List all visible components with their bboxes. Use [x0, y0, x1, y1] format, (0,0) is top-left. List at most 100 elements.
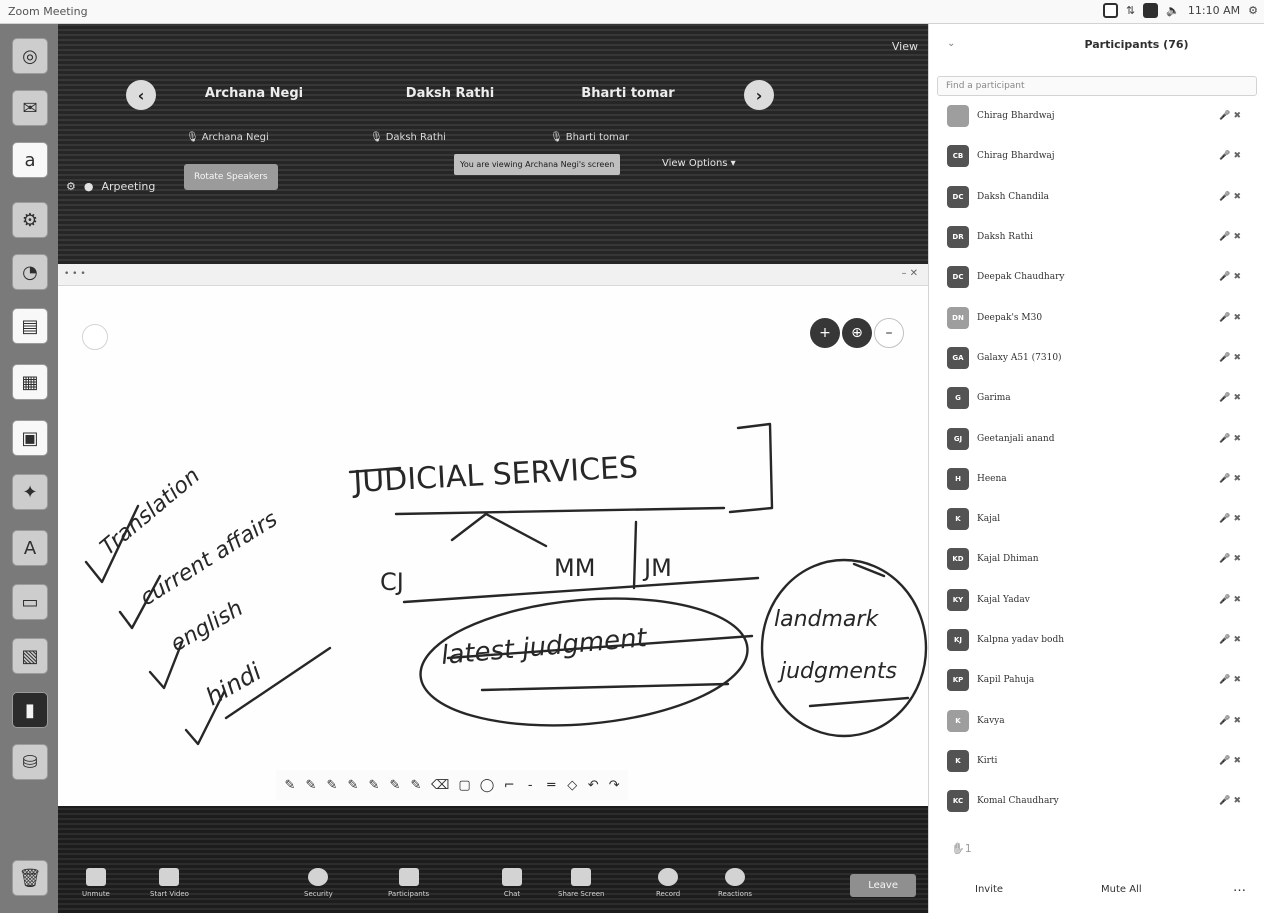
avatar: KP	[947, 669, 969, 692]
next-page-icon[interactable]: ›	[744, 80, 774, 110]
mic-video-status-icon: 🎤 ✖	[1219, 796, 1241, 807]
mute-all-button[interactable]: Mute All	[1101, 884, 1142, 895]
start-video-button[interactable]: Start Video	[150, 868, 189, 898]
participant-search-input[interactable]: Find a participant	[937, 76, 1257, 96]
redo-icon[interactable]: ↷	[608, 778, 620, 793]
avatar: K	[947, 749, 969, 772]
tile-label-text-3: Bharti tomar	[565, 132, 630, 143]
mic-video-status-icon: 🎤 ✖	[1219, 635, 1241, 645]
avatar: DC	[947, 266, 969, 289]
participant-name: Daksh Rathi	[977, 232, 1033, 243]
participants-button[interactable]: Participants	[388, 868, 429, 898]
files-icon[interactable]: ✉	[12, 90, 48, 126]
mic-video-status-icon: 🎤 ✖	[1219, 473, 1241, 484]
participant-row[interactable]: K Kirti 🎤 ✖	[937, 741, 1263, 781]
participant-row[interactable]: KJ Kalpna yadav bodh 🎤 ✖	[937, 620, 1263, 660]
chat-button[interactable]: Chat	[502, 868, 522, 898]
app-launcher: ◎ ✉ a ⚙ ◔ ▤ ▦ ▣ ✦ A ▭ ▧ ▮ ⛁ 🗑	[0, 24, 58, 913]
network-icon[interactable]: ⇅	[1126, 4, 1135, 17]
viewer-icon[interactable]: ▧	[12, 638, 48, 674]
participant-row[interactable]: GA Galaxy A51 (7310) 🎤 ✖	[937, 338, 1263, 378]
volume-icon[interactable]: 🔈	[1166, 4, 1180, 17]
keyboard-icon[interactable]	[1102, 3, 1118, 18]
participant-row[interactable]: KC Komal Chaudhary 🎤 ✖	[937, 781, 1263, 821]
mic-video-status-icon: 🎤 ✖	[1219, 715, 1241, 726]
pen-tool-icon[interactable]: ✎	[368, 778, 380, 793]
participant-row[interactable]: G Garima 🎤 ✖	[937, 378, 1263, 418]
whiteboard-canvas[interactable]: + ⊕ – JUDICIAL SERVICES CJ MM JM Transla…	[58, 286, 928, 806]
system-bar: Zoom Meeting ⇅ 🔈 11:10 AM ⚙	[0, 0, 1264, 24]
participant-row[interactable]: DC Deepak Chaudhary 🎤 ✖	[937, 257, 1263, 297]
participant-row[interactable]: DC Daksh Chandila 🎤 ✖	[937, 177, 1263, 217]
monitor-icon[interactable]: ▭	[12, 584, 48, 620]
trash-icon[interactable]: 🗑	[12, 860, 48, 896]
eraser-icon[interactable]: ⌫	[431, 778, 449, 793]
meeting-controls: Unmute Start Video Security Participants…	[58, 806, 928, 913]
pen-tool-icon[interactable]: ✎	[389, 778, 401, 793]
mic-muted-icon: 🎙	[550, 132, 563, 143]
more-options-icon[interactable]: …	[1233, 880, 1246, 895]
gear-icon[interactable]: ⚙	[66, 180, 76, 193]
sharing-status: ⚙ ● Arpeeting	[66, 180, 155, 193]
pen-tool-icon[interactable]: ✎	[326, 778, 338, 793]
security-button[interactable]: Security	[304, 868, 333, 898]
ellipse-icon[interactable]: ◯	[480, 778, 495, 793]
participant-row[interactable]: H Heena 🎤 ✖	[937, 459, 1263, 499]
avatar: KJ	[947, 629, 969, 651]
participant-row[interactable]: DR Daksh Rathi 🎤 ✖	[937, 217, 1263, 257]
participant-name: Deepak Chaudhary	[977, 272, 1065, 283]
rotate-speakers-button[interactable]: Rotate Speakers	[184, 164, 278, 190]
calc-icon[interactable]: ▦	[12, 364, 48, 400]
drive-icon[interactable]: ⛁	[12, 744, 48, 780]
zoom-tray-icon[interactable]	[1143, 3, 1159, 18]
participant-row[interactable]: K Kavya 🎤 ✖	[937, 700, 1263, 740]
participant-row[interactable]: KD Kajal Dhiman 🎤 ✖	[937, 539, 1263, 579]
line-width-icon[interactable]: ═	[545, 778, 557, 793]
pen-tool-icon[interactable]: ✎	[305, 778, 317, 793]
participant-row[interactable]: GJ Geetanjali anand 🎤 ✖	[937, 418, 1263, 458]
connector-icon[interactable]: ⌐	[503, 778, 515, 793]
software-icon[interactable]: ◔	[12, 254, 48, 290]
leave-button[interactable]: Leave	[850, 874, 916, 897]
video-gallery: View ‹ Archana Negi Daksh Rathi Bharti t…	[58, 24, 928, 264]
previous-page-icon[interactable]: ‹	[126, 80, 156, 110]
pen-tool-icon[interactable]: ✎	[284, 778, 296, 793]
invite-button[interactable]: Invite	[975, 884, 1003, 895]
participant-row[interactable]: KY Kajal Yadav 🎤 ✖	[937, 580, 1263, 620]
dash-icon[interactable]: ◎	[12, 38, 48, 74]
writer-icon[interactable]: ▤	[12, 308, 48, 344]
power-settings-icon[interactable]: ⚙	[1248, 4, 1258, 17]
participant-row[interactable]: CB Chirag Bhardwaj 🎤 ✖	[937, 136, 1263, 176]
view-options-dropdown[interactable]: View Options ▾	[662, 158, 736, 169]
system-tray: ⇅ 🔈 11:10 AM ⚙	[1102, 3, 1258, 18]
shape-icon[interactable]: ◇	[566, 778, 578, 793]
record-button[interactable]: Record	[656, 868, 680, 898]
mic-video-status-icon: 🎤 ✖	[1219, 352, 1241, 363]
participant-row[interactable]: Chirag Bhardwaj 🎤 ✖	[937, 96, 1263, 136]
participant-row[interactable]: K Kajal 🎤 ✖	[937, 499, 1263, 539]
clock[interactable]: 11:10 AM	[1188, 4, 1240, 17]
share-screen-button[interactable]: Share Screen	[558, 868, 605, 898]
participant-row[interactable]: KP Kapil Pahuja 🎤 ✖	[937, 660, 1263, 700]
text-icon[interactable]: A	[12, 530, 48, 566]
reactions-button[interactable]: Reactions	[718, 868, 752, 898]
tools-icon[interactable]: ✦	[12, 474, 48, 510]
undo-icon[interactable]: ↶	[587, 778, 599, 793]
whiteboard-window-controls[interactable]: – ✕	[901, 268, 918, 279]
unmute-button[interactable]: Unmute	[82, 868, 110, 898]
avatar: K	[947, 508, 969, 531]
impress-icon[interactable]: ▣	[12, 420, 48, 456]
tile-label-text-2: Daksh Rathi	[385, 132, 446, 143]
amazon-icon[interactable]: a	[12, 142, 48, 178]
participant-row[interactable]: DN Deepak's M30 🎤 ✖	[937, 297, 1263, 337]
participant-list: Chirag Bhardwaj 🎤 ✖ CB Chirag Bhardwaj 🎤 ✖ DC…	[937, 96, 1263, 828]
rectangle-icon[interactable]: ▢	[458, 778, 470, 793]
settings-icon[interactable]: ⚙	[12, 202, 48, 238]
view-button[interactable]: View	[892, 40, 918, 53]
reaction-icon	[725, 868, 746, 886]
line-icon[interactable]: ‐	[524, 778, 536, 793]
terminal-icon[interactable]: ▮	[12, 692, 48, 728]
avatar: KC	[947, 790, 969, 813]
pen-tool-icon[interactable]: ✎	[347, 778, 359, 793]
highlighter-icon[interactable]: ✎	[410, 778, 422, 793]
